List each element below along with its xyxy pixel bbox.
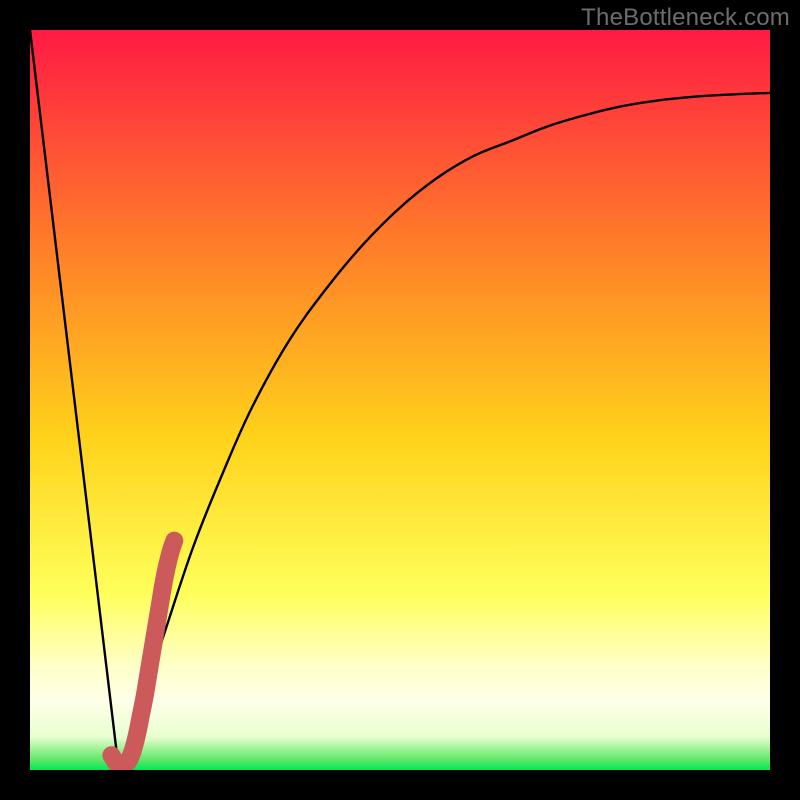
- chart-frame: TheBottleneck.com: [0, 0, 800, 800]
- chart-plot: [30, 30, 770, 770]
- gradient-background: [30, 30, 770, 770]
- watermark-text: TheBottleneck.com: [581, 4, 790, 32]
